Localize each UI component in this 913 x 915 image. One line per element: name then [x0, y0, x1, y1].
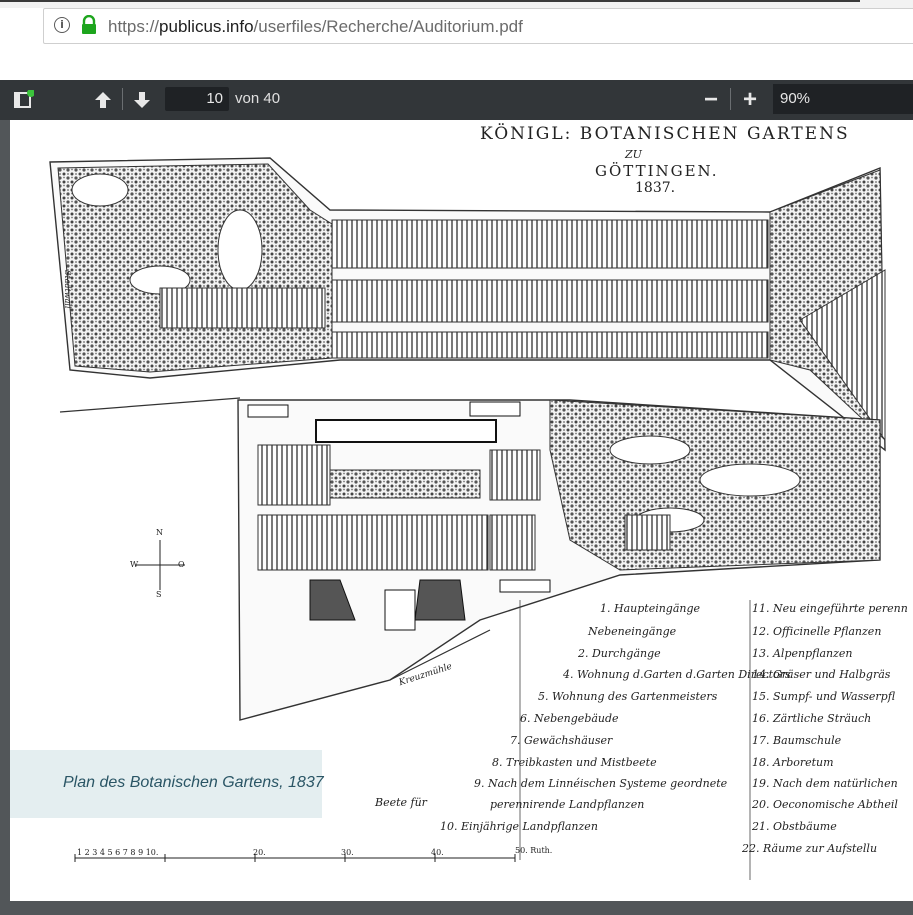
legend-item: 11. Neu eingeführte perenn [752, 602, 908, 615]
side-label: Stadtwall [63, 270, 72, 309]
legend-item: 5. Wohnung des Gartenmeisters [538, 690, 718, 703]
scale-label: 30. [341, 848, 354, 857]
legend-item: 1. Haupteingänge [600, 602, 701, 615]
legend-item: 21. Obstbäume [752, 820, 837, 833]
toolbar-divider [730, 88, 731, 110]
legend-item: 20. Oeconomische Abtheil [752, 798, 898, 811]
legend-item: 6. Nebengebäude [520, 712, 619, 725]
legend-item: 22. Räume zur Aufstellu [742, 842, 878, 855]
legend-item: 9. Nach dem Linnéischen Systeme geordnet… [474, 777, 728, 790]
compass-o: O [178, 560, 185, 569]
viewer-bottom-edge [0, 901, 913, 915]
next-page-icon[interactable] [130, 88, 154, 112]
zoom-in-button[interactable]: + [738, 88, 762, 112]
address-bar[interactable]: i https://publicus.info/userfiles/Recher… [43, 8, 913, 44]
legend-item: 18. Arboretum [752, 756, 834, 769]
legend-item: 16. Zärtliche Sträuch [752, 712, 872, 725]
sidebar-toggle-icon[interactable] [11, 88, 35, 112]
legend-item: 17. Baumschule [752, 734, 842, 747]
url-scheme: https:// [108, 17, 160, 36]
figure-caption: Plan des Botanischen Gartens, 1837 [63, 774, 324, 791]
caption-box: Plan des Botanischen Gartens, 1837 [10, 750, 324, 818]
lock-icon[interactable] [80, 14, 98, 35]
legend-item: 13. Alpenpflanzen [752, 647, 853, 660]
scale-label: 20. [253, 848, 266, 857]
url-text[interactable]: https://publicus.info/userfiles/Recherch… [108, 17, 523, 37]
page-gap [0, 45, 913, 80]
zoom-out-icon: − [703, 86, 718, 113]
legend-item: Nebeneingänge [588, 625, 677, 638]
legend-item: 15. Sumpf- und Wasserpfl [752, 690, 896, 703]
legend-item: 2. Durchgänge [578, 647, 661, 660]
page-number-input[interactable]: 10 [165, 87, 229, 111]
url-host: publicus.info [159, 17, 254, 36]
tab-strip-edge [0, 0, 860, 2]
zoom-in-icon: + [742, 86, 757, 113]
zoom-out-button[interactable]: − [699, 88, 723, 112]
previous-page-icon[interactable] [91, 88, 115, 112]
page-total-label: von 40 [235, 90, 281, 107]
legend-item: 19. Nach dem natürlichen [752, 777, 898, 790]
pdf-page: KÖNIGL: BOTANISCHEN GARTENS ZU GÖTTINGEN… [10, 120, 913, 901]
legend-item: 14. Gräser und Halbgräs [752, 668, 891, 681]
legend-item: 10. Einjährige Landpflanzen [440, 820, 598, 833]
legend-item: 7. Gewächshäuser [510, 734, 613, 747]
legend-beete: Beete für [375, 796, 427, 809]
compass-s: S [156, 590, 162, 599]
legend-item: 12. Officinelle Pflanzen [752, 625, 882, 638]
compass-n: N [156, 528, 163, 537]
url-path: /userfiles/Recherche/Auditorium.pdf [253, 17, 523, 36]
legend-item: perennirende Landpflanzen [490, 798, 645, 811]
zoom-level-field[interactable]: 90% [773, 84, 913, 114]
legend-item: 8. Treibkasten und Mistbeete [492, 756, 657, 769]
scale-label: 50. Ruth. [515, 846, 553, 855]
compass-w: W [130, 560, 139, 569]
info-icon[interactable]: i [54, 17, 70, 33]
toolbar-divider [122, 88, 123, 110]
scale-label: 40. [431, 848, 444, 857]
scale-label: 1 2 3 4 5 6 7 8 9 10. [77, 848, 159, 857]
